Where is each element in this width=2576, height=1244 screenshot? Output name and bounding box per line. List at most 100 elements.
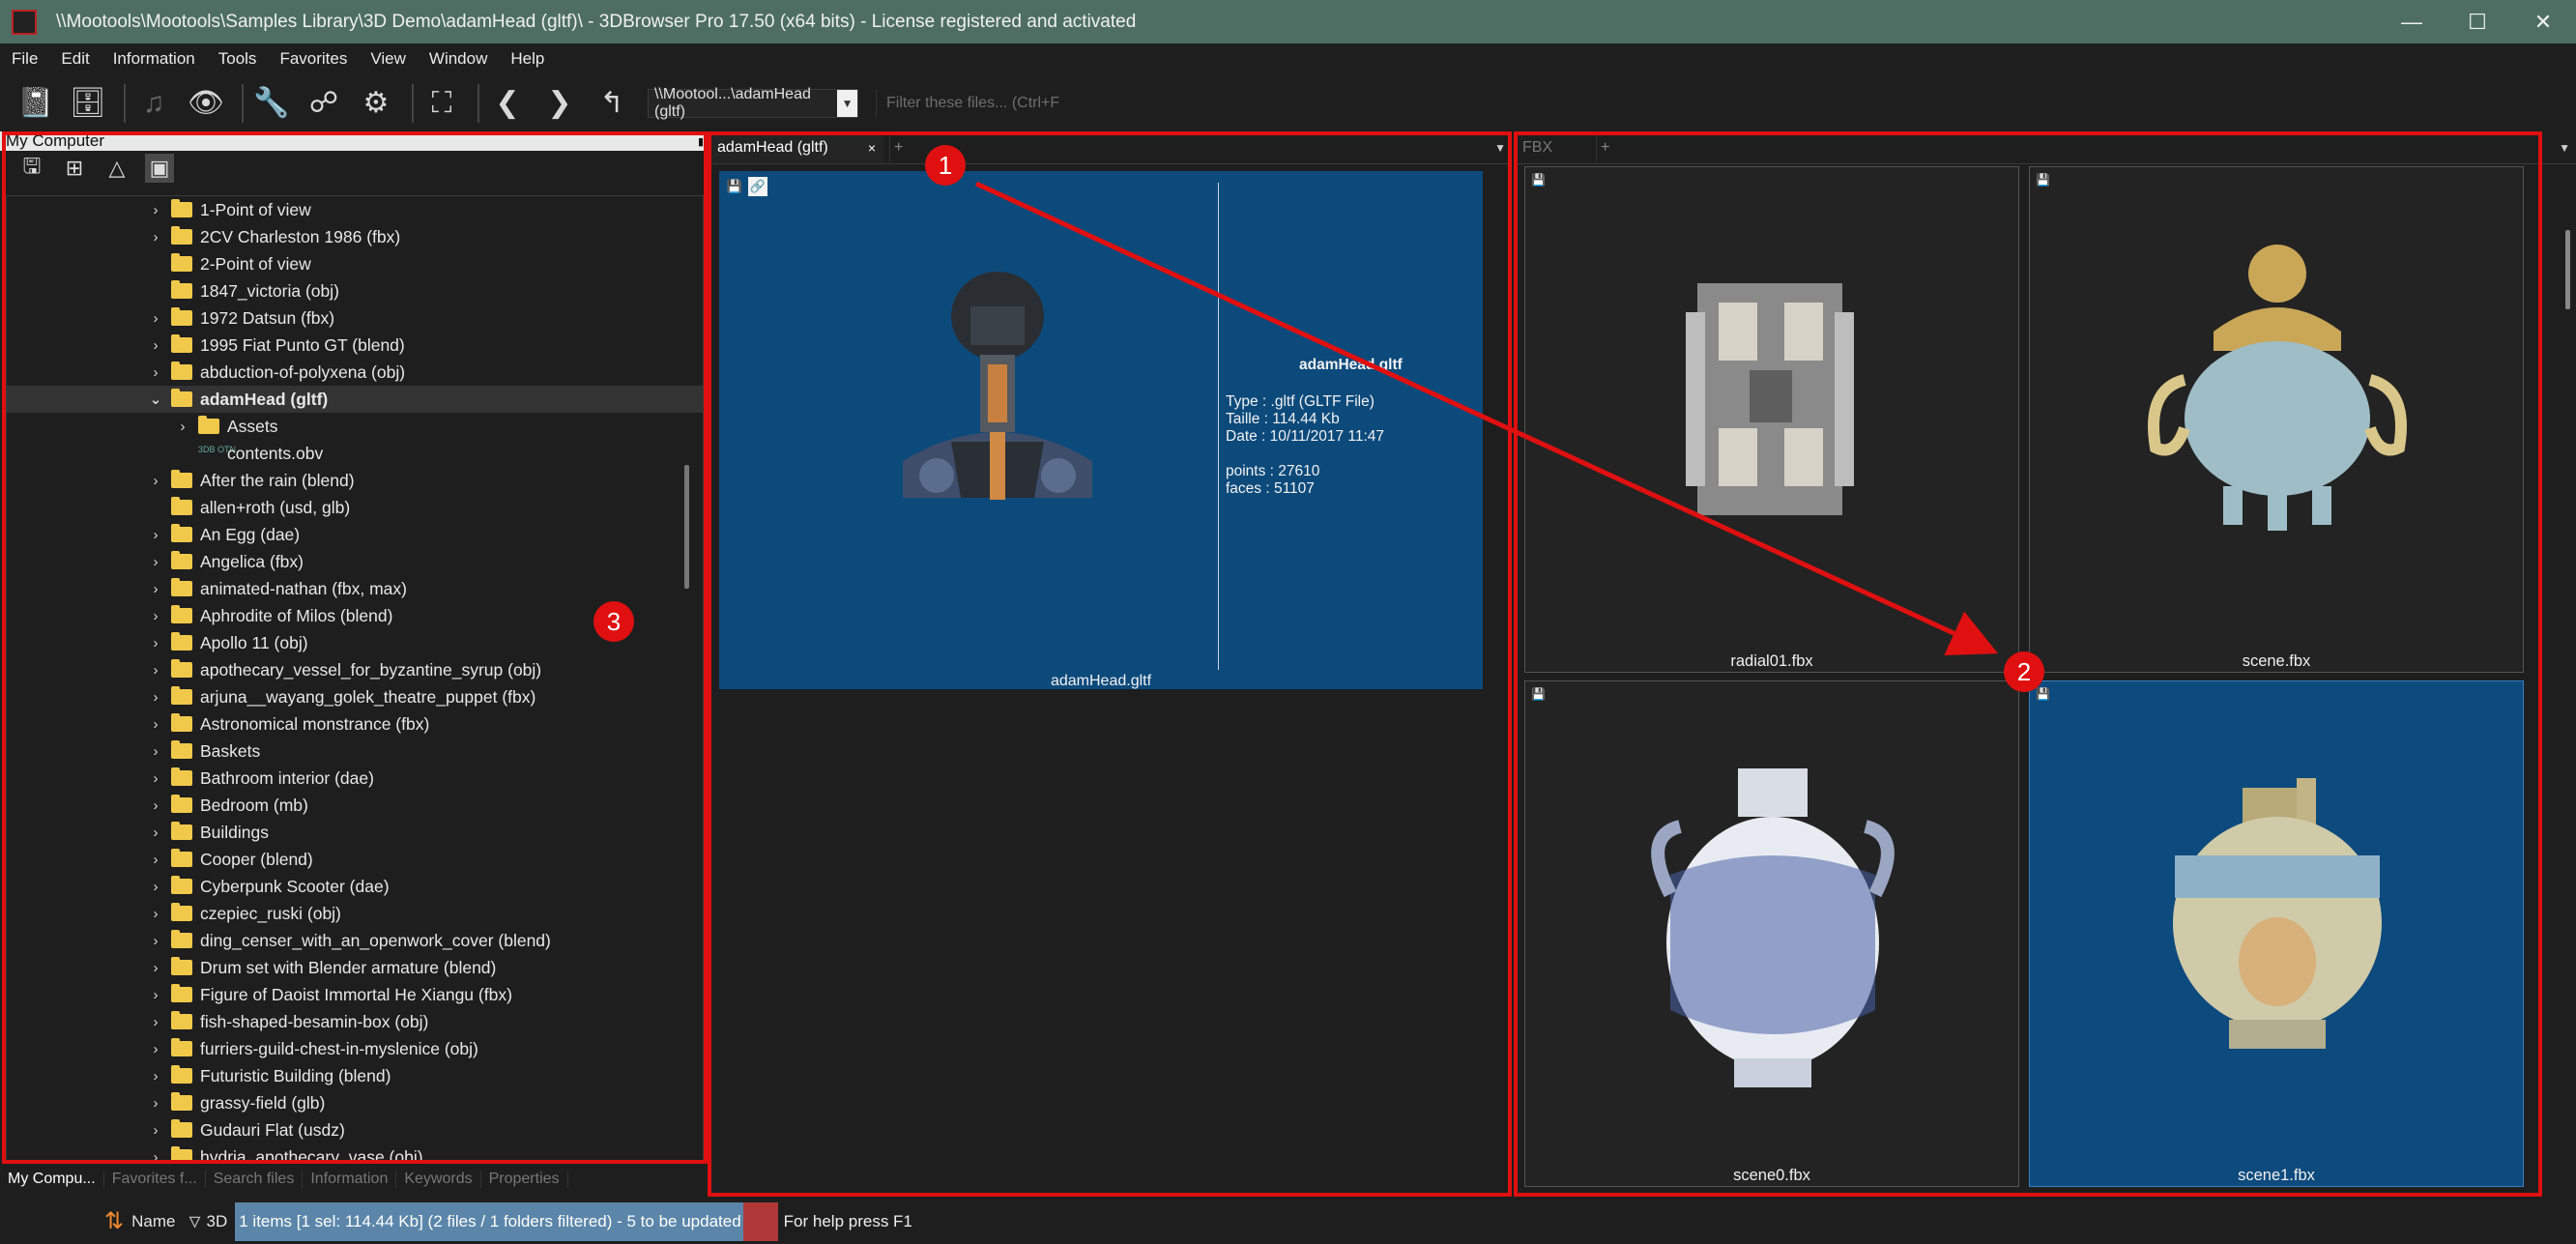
share-icon[interactable]: ☍	[302, 81, 346, 126]
tree-folder-item[interactable]: › arjuna__wayang_golek_theatre_puppet (fb…	[7, 683, 703, 710]
chevron-right-icon[interactable]: ›	[146, 527, 165, 543]
chevron-right-icon[interactable]: ›	[146, 310, 165, 327]
thumbnail-scene1[interactable]: 💾 scene1.fbx	[2029, 680, 2524, 1187]
tree-folder-item[interactable]: › fish-shaped-besamin-box (obj)	[7, 1008, 703, 1035]
tree-folder-item[interactable]: allen+roth (usd, glb)	[7, 494, 703, 521]
tree-scrollbar[interactable]	[684, 196, 689, 1161]
filter-control[interactable]: ▿ 3D	[188, 1207, 227, 1235]
lock-icon[interactable]: △	[102, 154, 131, 183]
chevron-right-icon[interactable]: ›	[146, 1149, 165, 1162]
close-tab-icon[interactable]: ×	[868, 140, 876, 156]
tree-folder-item[interactable]: › An Egg (dae)	[7, 521, 703, 548]
tree-file-item[interactable]: 3DB OTN contents.obv	[7, 440, 703, 467]
chevron-down-icon[interactable]: ▼	[837, 89, 857, 117]
path-combobox[interactable]: \\Mootool...\adamHead (gltf) ▼	[648, 86, 858, 120]
tree-folder-item[interactable]: › Bathroom interior (dae)	[7, 765, 703, 792]
tree-folder-item[interactable]: › Gudauri Flat (usdz)	[7, 1116, 703, 1143]
music-icon[interactable]: ♫	[131, 81, 176, 126]
chevron-right-icon[interactable]: ›	[146, 608, 165, 624]
chevron-right-icon[interactable]: ›	[146, 797, 165, 814]
chevron-right-icon[interactable]: ›	[146, 1068, 165, 1085]
tree-folder-item[interactable]: › apothecary_vessel_for_byzantine_syrup (…	[7, 656, 703, 683]
tree-folder-item[interactable]: › Cooper (blend)	[7, 846, 703, 873]
chevron-right-icon[interactable]: ›	[146, 229, 165, 246]
forward-icon[interactable]: ❯	[537, 81, 582, 126]
chevron-right-icon[interactable]: ›	[146, 1014, 165, 1030]
tree-folder-item[interactable]: › 1-Point of view	[7, 196, 703, 223]
eye-icon[interactable]: 👁	[184, 81, 228, 126]
add-tab-button[interactable]: +	[1596, 132, 1615, 162]
tree-folder-item[interactable]: › furriers-guild-chest-in-myslenice (obj)	[7, 1035, 703, 1062]
tree-folder-item[interactable]: › ding_censer_with_an_openwork_cover (ble…	[7, 927, 703, 954]
tree-folder-item[interactable]: › Astronomical monstrance (fbx)	[7, 710, 703, 738]
thumbnail-scene0[interactable]: 💾 scene0.fbx	[1524, 680, 2019, 1187]
menu-edit[interactable]: Edit	[61, 49, 89, 69]
folder-tree[interactable]: › 1-Point of view › 2CV Charleston 1986 (fb…	[6, 195, 704, 1162]
tab-properties[interactable]: Properties	[481, 1171, 568, 1188]
thumbnail-radial01[interactable]: 💾 radial01.fbx	[1524, 166, 2019, 673]
notebook-icon[interactable]: 📓	[14, 81, 58, 126]
menu-help[interactable]: Help	[510, 49, 544, 69]
chevron-right-icon[interactable]: ›	[146, 689, 165, 706]
chevron-right-icon[interactable]: ›	[146, 635, 165, 651]
filter-input[interactable]: Filter these files... (Ctrl+F	[876, 88, 1059, 118]
tab-menu-icon[interactable]: ▼	[2559, 141, 2570, 155]
chevron-right-icon[interactable]: ›	[173, 419, 192, 435]
chevron-right-icon[interactable]: ›	[146, 825, 165, 841]
tree-folder-item[interactable]: › Assets	[7, 413, 703, 440]
tree-folder-item[interactable]: › grassy-field (glb)	[7, 1089, 703, 1116]
tab-adamhead[interactable]: adamHead (gltf) ×	[709, 132, 883, 162]
tree-folder-item[interactable]: › abduction-of-polyxena (obj)	[7, 359, 703, 386]
chevron-right-icon[interactable]: ›	[146, 337, 165, 354]
menu-view[interactable]: View	[370, 49, 406, 69]
tree-folder-item[interactable]: › Baskets	[7, 738, 703, 765]
computer-icon[interactable]: ▣	[145, 154, 174, 183]
tree-folder-item[interactable]: › animated-nathan (fbx, max)	[7, 575, 703, 602]
tools-icon[interactable]: 🔧	[249, 81, 294, 126]
tree-folder-item[interactable]: 1847_victoria (obj)	[7, 277, 703, 304]
close-button[interactable]: ✕	[2510, 0, 2576, 43]
up-folder-icon[interactable]: ↰	[590, 81, 634, 126]
pin-icon[interactable]: ▮	[698, 135, 704, 148]
menu-favorites[interactable]: Favorites	[279, 49, 347, 69]
tree-folder-item[interactable]: › 1972 Datsun (fbx)	[7, 304, 703, 332]
archive-icon[interactable]: 🗄	[66, 81, 110, 126]
back-icon[interactable]: ❮	[485, 81, 530, 126]
tree-folder-item[interactable]: ⌄ adamHead (gltf)	[7, 386, 703, 413]
fullscreen-icon[interactable]: ⛶	[420, 81, 464, 126]
tree-folder-item[interactable]: › Buildings	[7, 819, 703, 846]
menu-information[interactable]: Information	[113, 49, 195, 69]
file-preview-card[interactable]: 💾 🔗 adamHead.gltf Type : .gltf (GLTF Fil…	[719, 171, 1483, 689]
chevron-right-icon[interactable]: ›	[146, 770, 165, 787]
scroll-thumb[interactable]	[2565, 230, 2570, 309]
tree-folder-item[interactable]: › Drum set with Blender armature (blend)	[7, 954, 703, 981]
tree-folder-item[interactable]: › Cyberpunk Scooter (dae)	[7, 873, 703, 900]
tab-fbx[interactable]: FBX	[1515, 133, 1590, 162]
chevron-right-icon[interactable]: ›	[146, 1122, 165, 1139]
thumbnail-scene[interactable]: 💾 scene.fbx	[2029, 166, 2524, 673]
tree-folder-item[interactable]: › czepiec_ruski (obj)	[7, 900, 703, 927]
grid-scrollbar[interactable]	[2565, 166, 2570, 1189]
add-tab-button[interactable]: +	[889, 132, 909, 162]
chevron-right-icon[interactable]: ›	[146, 662, 165, 679]
chevron-right-icon[interactable]: ›	[146, 960, 165, 976]
chevron-right-icon[interactable]: ›	[146, 364, 165, 381]
tree-folder-item[interactable]: › Figure of Daoist Immortal He Xiangu (fb…	[7, 981, 703, 1008]
tree-folder-item[interactable]: › 1995 Fiat Punto GT (blend)	[7, 332, 703, 359]
chevron-right-icon[interactable]: ›	[146, 1041, 165, 1057]
chevron-right-icon[interactable]: ›	[146, 554, 165, 570]
chevron-right-icon[interactable]: ›	[146, 906, 165, 922]
tree-folder-item[interactable]: › Angelica (fbx)	[7, 548, 703, 575]
maximize-button[interactable]: ☐	[2445, 0, 2510, 43]
chevron-right-icon[interactable]: ›	[146, 581, 165, 597]
chevron-right-icon[interactable]: ›	[146, 852, 165, 868]
tree-folder-item[interactable]: › 2CV Charleston 1986 (fbx)	[7, 223, 703, 250]
chevron-right-icon[interactable]: ›	[146, 987, 165, 1003]
tab-menu-icon[interactable]: ▼	[1494, 141, 1506, 155]
drive-icon[interactable]: 🖫	[17, 154, 46, 183]
tree-folder-item[interactable]: › Futuristic Building (blend)	[7, 1062, 703, 1089]
tab-keywords[interactable]: Keywords	[396, 1171, 481, 1188]
scroll-thumb[interactable]	[684, 465, 689, 589]
menu-tools[interactable]: Tools	[218, 49, 257, 69]
chevron-right-icon[interactable]: ›	[146, 743, 165, 760]
